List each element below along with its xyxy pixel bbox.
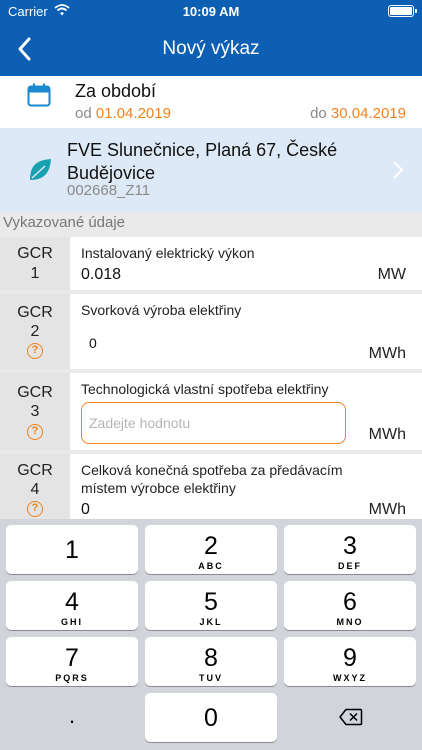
key-1[interactable]: 1 xyxy=(6,525,138,574)
period-from-prefix: od xyxy=(75,105,92,122)
key-8[interactable]: 8 TUV xyxy=(145,637,277,686)
row-value-input[interactable]: 0 xyxy=(81,322,346,364)
row-value-input[interactable]: Zadejte hodnotu xyxy=(81,402,346,444)
key-digit: . xyxy=(68,703,76,728)
key-letters: WXYZ xyxy=(333,673,367,683)
chevron-right-icon xyxy=(393,161,404,179)
help-icon[interactable]: ? xyxy=(27,424,43,440)
key-4[interactable]: 4 GHI xyxy=(6,581,138,630)
period-selector[interactable]: Za období od 01.04.2019 do 30.04.2019 xyxy=(0,76,422,128)
key-digit: 0 xyxy=(204,704,218,732)
row-unit: MWh xyxy=(368,426,406,443)
row-description: Svorková výroba elektřiny xyxy=(81,302,242,318)
row-code: GCR 3 ? xyxy=(0,373,70,450)
page-title: Nový výkaz xyxy=(162,38,260,59)
row-unit: MWh xyxy=(368,501,406,518)
row-code: GCR 2 ? xyxy=(0,294,70,369)
row-description: Celková konečná spotřeba za předávacím m… xyxy=(81,462,343,496)
section-title: Vykazované údaje xyxy=(3,214,126,231)
period-to-date: 30.04.2019 xyxy=(330,105,406,122)
key-letters: ABC xyxy=(198,561,224,571)
key-digit: 4 xyxy=(65,588,79,616)
row-code-top: GCR xyxy=(17,384,53,401)
leaf-icon xyxy=(30,159,51,180)
status-bar: Carrier 10:09 AM xyxy=(0,0,422,22)
report-row-gcr1: GCR 1 Instalovaný elektrický výkon 0.018… xyxy=(0,237,422,290)
backspace-icon xyxy=(339,708,363,726)
key-letters: GHI xyxy=(60,617,83,627)
plant-selector[interactable]: FVE Slunečnice, Planá 67, České Budějovi… xyxy=(0,128,422,212)
period-from-date: 01.04.2019 xyxy=(95,105,171,122)
row-code-number: 2 xyxy=(30,323,40,340)
row-code-number: 4 xyxy=(30,481,40,498)
row-code-top: GCR xyxy=(17,245,53,262)
calendar-icon xyxy=(27,83,51,107)
key-digit: 3 xyxy=(343,532,357,560)
row-code: GCR 4 ? xyxy=(0,454,70,519)
key-letters: TUV xyxy=(199,673,223,683)
key-9[interactable]: 9 WXYZ xyxy=(284,637,416,686)
battery-icon xyxy=(388,5,417,17)
report-row-gcr3: GCR 3 ? Technologická vlastní spotřeba e… xyxy=(0,373,422,450)
key-5[interactable]: 5 JKL xyxy=(145,581,277,630)
row-code: GCR 1 xyxy=(0,237,70,290)
plant-name: FVE Slunečnice, Planá 67, České Budějovi… xyxy=(67,140,338,183)
key-letters: MNO xyxy=(336,617,364,627)
numeric-keyboard: 1 2 ABC 3 DEF 4 GHI 5 JKL 6 MNO 7 PQRS 8… xyxy=(0,519,422,750)
row-code-number: 1 xyxy=(30,265,40,282)
period-to-prefix: do xyxy=(310,105,327,122)
row-value: 0.018 xyxy=(81,266,122,283)
key-6[interactable]: 6 MNO xyxy=(284,581,416,630)
row-code-top: GCR xyxy=(17,304,53,321)
key-0[interactable]: 0 xyxy=(145,693,277,742)
key-digit: 1 xyxy=(65,536,79,564)
row-unit: MW xyxy=(377,266,406,283)
key-3[interactable]: 3 DEF xyxy=(284,525,416,574)
key-digit: 2 xyxy=(204,532,218,560)
row-description: Technologická vlastní spotřeba elektřiny xyxy=(81,381,329,397)
key-backspace[interactable] xyxy=(284,693,416,742)
period-label: Za období xyxy=(75,81,157,101)
row-code-top: GCR xyxy=(17,462,53,479)
row-value: 0 xyxy=(81,501,90,518)
row-code-number: 3 xyxy=(30,403,40,420)
row-description: Instalovaný elektrický výkon xyxy=(81,245,255,261)
key-letters: PQRS xyxy=(55,673,89,683)
key-letters: JKL xyxy=(199,617,223,627)
key-digit: 5 xyxy=(204,588,218,616)
status-time: 10:09 AM xyxy=(182,4,240,19)
help-icon[interactable]: ? xyxy=(27,343,43,359)
report-row-gcr4: GCR 4 ? Celková konečná spotřeba za před… xyxy=(0,454,422,519)
period-to: do 30.04.2019 xyxy=(310,105,406,122)
key-digit: 8 xyxy=(204,644,218,672)
report-row-gcr2: GCR 2 ? Svorková výroba elektřiny 0 MWh xyxy=(0,294,422,369)
help-icon[interactable]: ? xyxy=(27,501,43,517)
key-7[interactable]: 7 PQRS xyxy=(6,637,138,686)
key-decimal[interactable]: . xyxy=(6,693,138,742)
period-from: od 01.04.2019 xyxy=(75,105,171,122)
key-letters: DEF xyxy=(338,561,362,571)
key-digit: 9 xyxy=(343,644,357,672)
nav-bar: Nový výkaz xyxy=(0,22,422,76)
plant-code: 002668_Z11 xyxy=(67,182,151,199)
key-2[interactable]: 2 ABC xyxy=(145,525,277,574)
key-digit: 6 xyxy=(343,588,357,616)
key-digit: 7 xyxy=(65,644,79,672)
row-unit: MWh xyxy=(368,345,406,362)
